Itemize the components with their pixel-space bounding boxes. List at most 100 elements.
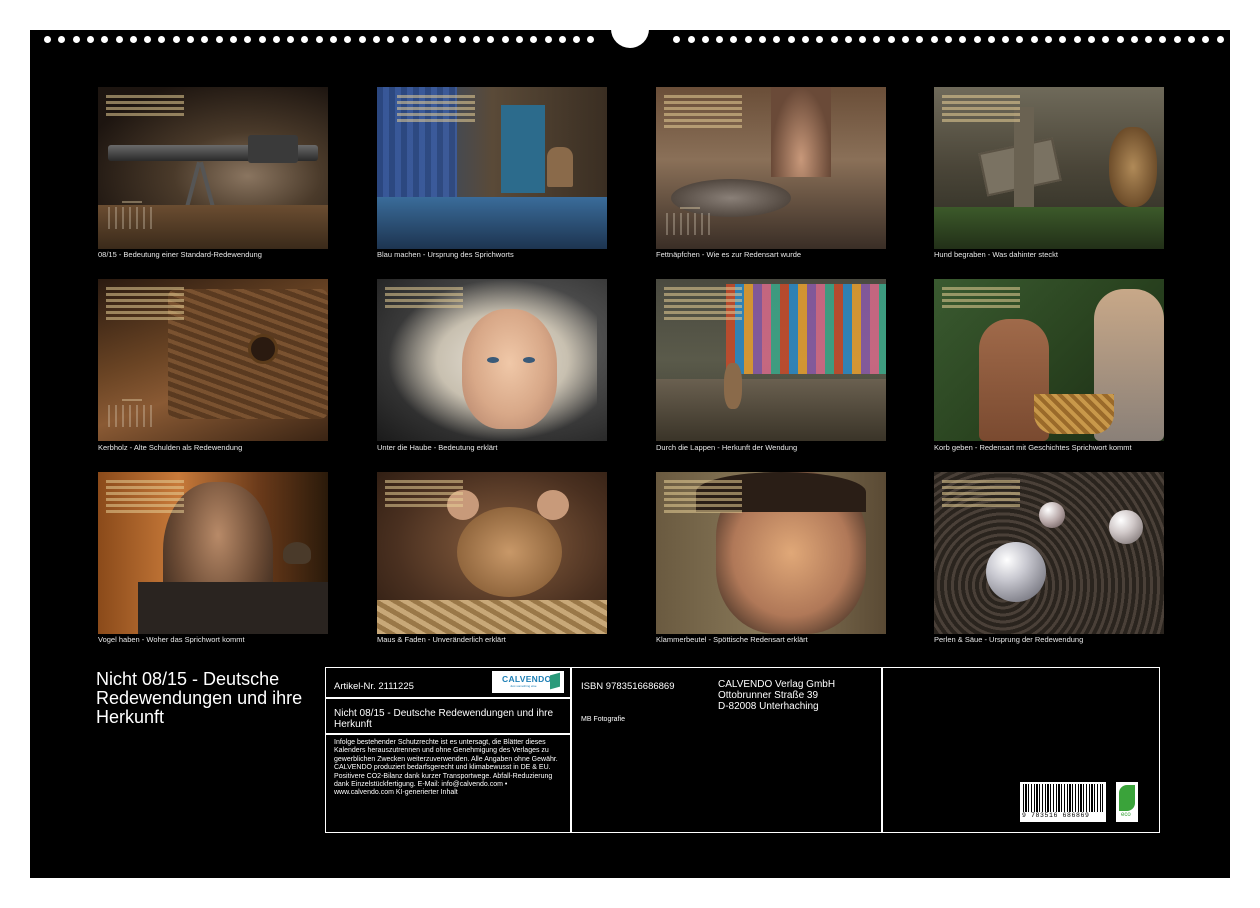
calendar-back-sheet: 08/15 - Bedeutung einer Standard-Redewen… bbox=[30, 26, 1230, 878]
binding-hole bbox=[773, 36, 781, 43]
binding-hole bbox=[515, 36, 523, 43]
binding-hole bbox=[115, 36, 123, 43]
info-hline-1 bbox=[325, 697, 571, 699]
article-number: Artikel-Nr. 2111225 bbox=[334, 681, 414, 692]
month-caption-9: Vogel haben - Woher das Sprichwort kommt bbox=[98, 635, 245, 644]
month-thumbnail-7 bbox=[656, 279, 886, 441]
month-thumbnail-4 bbox=[934, 87, 1164, 249]
binding-hole bbox=[272, 36, 280, 43]
binding-hole bbox=[1202, 36, 1210, 43]
month-thumbnail-11 bbox=[656, 472, 886, 634]
binding-hole bbox=[887, 36, 895, 43]
binding-hole bbox=[744, 36, 752, 43]
binding-hole bbox=[1016, 36, 1024, 43]
binding-hole bbox=[587, 36, 595, 43]
legal-text: Infolge bestehender Schutzrechte ist es … bbox=[334, 739, 558, 797]
binding-hole bbox=[859, 36, 867, 43]
binding-hole bbox=[444, 36, 452, 43]
binding-hole bbox=[701, 36, 709, 43]
binding-hole bbox=[902, 36, 909, 43]
calvendo-logo: CALVENDO Just something else bbox=[492, 671, 564, 693]
binding-hole bbox=[544, 36, 552, 43]
binding-hole bbox=[1130, 36, 1138, 43]
binding-hole bbox=[687, 36, 695, 43]
binding-hole bbox=[801, 36, 809, 43]
eco-leaf-icon: eco bbox=[1116, 782, 1138, 822]
product-title: Nicht 08/15 - Deutsche Redewendungen und… bbox=[334, 708, 554, 730]
binding-hole bbox=[430, 36, 438, 43]
binding-hole bbox=[930, 36, 938, 43]
binding-hole bbox=[58, 36, 66, 43]
binding-hole bbox=[487, 36, 495, 43]
binding-hole bbox=[716, 36, 724, 43]
binding-hole bbox=[787, 36, 795, 43]
binding-hole bbox=[730, 36, 738, 43]
binding-hole bbox=[916, 36, 924, 43]
binding-hole bbox=[244, 36, 252, 43]
binding-hole bbox=[959, 36, 967, 43]
month-caption-1: 08/15 - Bedeutung einer Standard-Redewen… bbox=[98, 250, 262, 259]
binding-hole bbox=[816, 36, 824, 43]
binding-hole bbox=[187, 36, 194, 43]
binding-hole bbox=[330, 36, 337, 43]
author: MB Fotografie bbox=[581, 716, 625, 723]
binding-hole bbox=[172, 36, 180, 43]
binding-hole bbox=[1073, 36, 1081, 43]
binding-hole bbox=[1045, 36, 1052, 43]
month-caption-11: Klammerbeutel - Spöttische Redensart erk… bbox=[656, 635, 808, 644]
binding-hole bbox=[1059, 36, 1067, 43]
binding-hole bbox=[1145, 36, 1153, 43]
binding-hole bbox=[1087, 36, 1095, 43]
binding-hole bbox=[201, 36, 209, 43]
binding-hole bbox=[301, 36, 309, 43]
month-thumbnail-3 bbox=[656, 87, 886, 249]
binding-hole bbox=[1030, 36, 1038, 43]
binding-hole bbox=[315, 36, 323, 43]
month-caption-4: Hund begraben - Was dahinter steckt bbox=[934, 250, 1058, 259]
month-caption-12: Perlen & Säue - Ursprung der Redewendung bbox=[934, 635, 1084, 644]
binding-hole bbox=[987, 36, 995, 43]
info-divider-2 bbox=[881, 667, 883, 833]
month-thumbnail-6 bbox=[377, 279, 607, 441]
month-thumbnail-10 bbox=[377, 472, 607, 634]
binding-hole bbox=[144, 36, 152, 43]
binding-hole bbox=[873, 36, 881, 43]
binding-hole bbox=[944, 36, 952, 43]
month-caption-7: Durch die Lappen - Herkunft der Wendung bbox=[656, 443, 798, 452]
binding-hole bbox=[973, 36, 981, 43]
month-caption-5: Kerbholz - Alte Schulden als Redewendung bbox=[98, 443, 243, 452]
month-caption-3: Fettnäpfchen - Wie es zur Redensart wurd… bbox=[656, 250, 802, 259]
binding-hole bbox=[86, 36, 94, 43]
binding-hole bbox=[830, 36, 838, 43]
binding-hole bbox=[1173, 36, 1181, 43]
info-divider-1 bbox=[570, 667, 572, 833]
binding-hole bbox=[501, 36, 509, 43]
binding-hole bbox=[573, 36, 581, 43]
binding-hole bbox=[558, 36, 566, 43]
publisher-street: Ottobrunner Straße 39 bbox=[718, 690, 819, 701]
binding-hole bbox=[844, 36, 852, 43]
month-thumbnail-1 bbox=[98, 87, 328, 249]
binding-hole bbox=[473, 36, 480, 43]
month-caption-2: Blau machen - Ursprung des Sprichworts bbox=[377, 250, 514, 259]
binding-hole bbox=[229, 36, 237, 43]
binding-hole bbox=[287, 36, 295, 43]
month-thumbnail-12 bbox=[934, 472, 1164, 634]
binding-hole bbox=[1216, 36, 1224, 43]
binding-hole bbox=[530, 36, 538, 43]
publisher-name: CALVENDO Verlag GmbH bbox=[718, 679, 836, 690]
month-thumbnail-5 bbox=[98, 279, 328, 441]
month-caption-10: Maus & Faden - Unveränderlich erklärt bbox=[377, 635, 506, 644]
binding-hole bbox=[44, 36, 51, 43]
binding-hole bbox=[358, 36, 366, 43]
isbn-barcode: 9 783516 686869 bbox=[1020, 782, 1106, 822]
month-thumbnail-9 bbox=[98, 472, 328, 634]
isbn: ISBN 9783516686869 bbox=[581, 681, 675, 692]
binding-hole bbox=[759, 36, 766, 43]
binding-hole bbox=[415, 36, 423, 43]
binding-hole bbox=[372, 36, 380, 43]
binding-hole bbox=[387, 36, 395, 43]
binding-hole bbox=[1159, 36, 1167, 43]
publisher-city: D-82008 Unterhaching bbox=[718, 701, 819, 712]
binding-hole bbox=[101, 36, 109, 43]
